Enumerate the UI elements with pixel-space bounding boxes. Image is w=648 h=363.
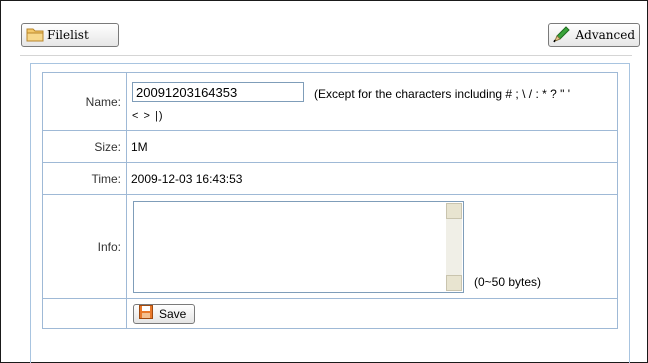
advanced-label: Advanced [575, 28, 635, 42]
info-textarea[interactable] [133, 201, 464, 293]
time-row: Time: 2009-12-03 16:43:53 [42, 162, 618, 195]
info-limit: (0~50 bytes) [474, 275, 542, 289]
time-value: 2009-12-03 16:43:53 [126, 162, 618, 195]
advanced-button[interactable]: Advanced [548, 23, 640, 47]
filelist-label: Filelist [47, 28, 89, 42]
filelist-button[interactable]: Filelist [21, 23, 119, 47]
name-label: Name: [42, 72, 127, 131]
info-scrollbar[interactable] [446, 203, 462, 291]
size-label: Size: [42, 130, 127, 163]
size-value: 1M [126, 130, 618, 163]
scroll-up-arrow-icon[interactable] [446, 203, 462, 219]
save-row-spacer [42, 298, 127, 329]
pencil-icon [552, 25, 572, 46]
info-label: Info: [42, 194, 127, 299]
scroll-down-arrow-icon[interactable] [446, 275, 462, 291]
info-row: Info: (0~50 bytes) [42, 194, 618, 299]
folder-icon [26, 26, 44, 45]
name-hint-continued: < > |) [132, 110, 164, 122]
save-row: Save [42, 298, 618, 329]
save-cell: Save [126, 298, 618, 329]
name-hint: (Except for the characters including # ;… [314, 87, 571, 101]
toolbar-divider [20, 55, 632, 56]
save-label: Save [159, 306, 187, 321]
name-row: Name: (Except for the characters includi… [42, 72, 618, 131]
properties-table: Name: (Except for the characters includi… [42, 72, 618, 329]
save-button[interactable]: Save [133, 303, 196, 324]
time-label: Time: [42, 162, 127, 195]
floppy-disk-icon [139, 305, 153, 322]
size-row: Size: 1M [42, 130, 618, 163]
name-cell: (Except for the characters including # ;… [126, 72, 618, 131]
name-input[interactable] [132, 82, 304, 102]
info-cell: (0~50 bytes) [126, 194, 618, 299]
